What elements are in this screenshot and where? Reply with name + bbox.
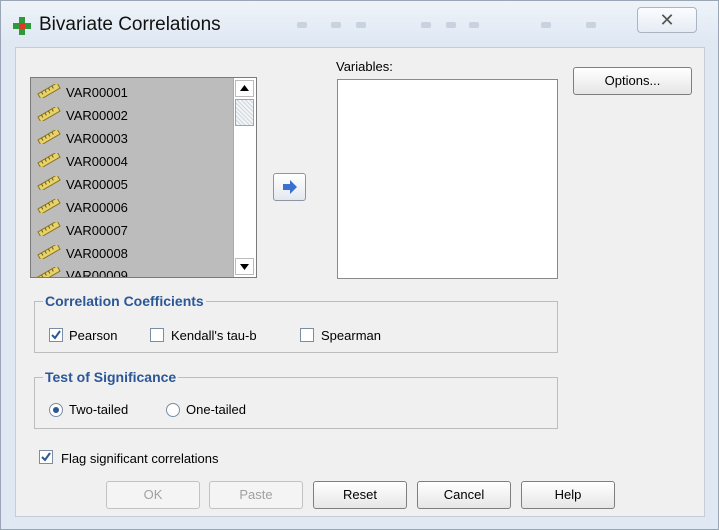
right-arrow-icon [283, 180, 297, 194]
bivariate-correlations-dialog: Bivariate Correlations ✕ VAR00001 VAR000… [0, 0, 719, 530]
flag-significant-checkbox[interactable] [39, 450, 53, 464]
list-item-label: VAR00009 [66, 268, 128, 278]
ruler-icon [37, 176, 61, 190]
list-item[interactable]: VAR00003 [35, 127, 235, 149]
list-item-label: VAR00005 [66, 177, 128, 192]
check-mark-icon [51, 330, 61, 340]
options-button[interactable]: Options... [573, 67, 692, 95]
spearman-label[interactable]: Spearman [321, 328, 381, 343]
spearman-checkbox[interactable] [300, 328, 314, 342]
list-item[interactable]: VAR00005 [35, 173, 235, 195]
list-item[interactable]: VAR00006 [35, 196, 235, 218]
scroll-thumb[interactable] [235, 99, 254, 126]
cancel-button[interactable]: Cancel [417, 481, 511, 509]
background-toolbar-icon [586, 22, 596, 28]
list-item[interactable]: VAR00009 [35, 264, 235, 278]
list-item-label: VAR00001 [66, 85, 128, 100]
list-item-label: VAR00008 [66, 246, 128, 261]
one-tailed-radio[interactable] [166, 403, 180, 417]
background-toolbar-icon [446, 22, 456, 28]
ok-button[interactable]: OK [106, 481, 200, 509]
variables-list[interactable] [337, 79, 558, 279]
close-button[interactable]: ✕ [637, 7, 697, 33]
list-item-label: VAR00006 [66, 200, 128, 215]
ruler-icon [37, 153, 61, 167]
list-item[interactable]: VAR00001 [35, 81, 235, 103]
ruler-icon [37, 107, 61, 121]
list-item-label: VAR00004 [66, 154, 128, 169]
pearson-label[interactable]: Pearson [69, 328, 117, 343]
two-tailed-label[interactable]: Two-tailed [69, 402, 128, 417]
kendall-label[interactable]: Kendall's tau-b [171, 328, 257, 343]
close-icon: ✕ [659, 10, 675, 30]
ruler-icon [37, 267, 61, 277]
ruler-icon [37, 222, 61, 236]
test-of-significance-title: Test of Significance [43, 369, 179, 385]
kendall-checkbox[interactable] [150, 328, 164, 342]
window-title: Bivariate Correlations [39, 14, 221, 35]
list-item[interactable]: VAR00008 [35, 242, 235, 264]
background-toolbar-icon [421, 22, 431, 28]
ruler-icon [37, 130, 61, 144]
spss-dialog-icon [13, 17, 31, 35]
correlation-coefficients-title: Correlation Coefficients [43, 293, 206, 309]
reset-button[interactable]: Reset [313, 481, 407, 509]
background-toolbar-icon [297, 22, 307, 28]
move-to-variables-button[interactable] [273, 173, 306, 201]
background-toolbar-icon [469, 22, 479, 28]
paste-button[interactable]: Paste [209, 481, 303, 509]
triangle-down-icon [240, 264, 249, 270]
background-toolbar-icon [331, 22, 341, 28]
flag-significant-label[interactable]: Flag significant correlations [61, 451, 219, 466]
help-button[interactable]: Help [521, 481, 615, 509]
list-item[interactable]: VAR00002 [35, 104, 235, 126]
triangle-up-icon [240, 85, 249, 91]
scroll-up-button[interactable] [235, 80, 254, 97]
ruler-icon [37, 199, 61, 213]
check-mark-icon [41, 452, 51, 462]
ruler-icon [37, 84, 61, 98]
list-item[interactable]: VAR00007 [35, 219, 235, 241]
variables-label: Variables: [336, 59, 393, 74]
background-toolbar-icon [541, 22, 551, 28]
list-item[interactable]: VAR00004 [35, 150, 235, 172]
list-item-label: VAR00003 [66, 131, 128, 146]
title-bar: Bivariate Correlations ✕ [1, 1, 718, 43]
list-item-label: VAR00002 [66, 108, 128, 123]
two-tailed-radio[interactable] [49, 403, 63, 417]
one-tailed-label[interactable]: One-tailed [186, 402, 246, 417]
source-variable-list[interactable]: VAR00001 VAR00002 VAR00003 VAR00004 VAR0… [30, 77, 257, 278]
scroll-down-button[interactable] [235, 258, 254, 275]
list-item-label: VAR00007 [66, 223, 128, 238]
list-scrollbar[interactable] [233, 78, 256, 277]
ruler-icon [37, 245, 61, 259]
pearson-checkbox[interactable] [49, 328, 63, 342]
background-toolbar-icon [356, 22, 366, 28]
